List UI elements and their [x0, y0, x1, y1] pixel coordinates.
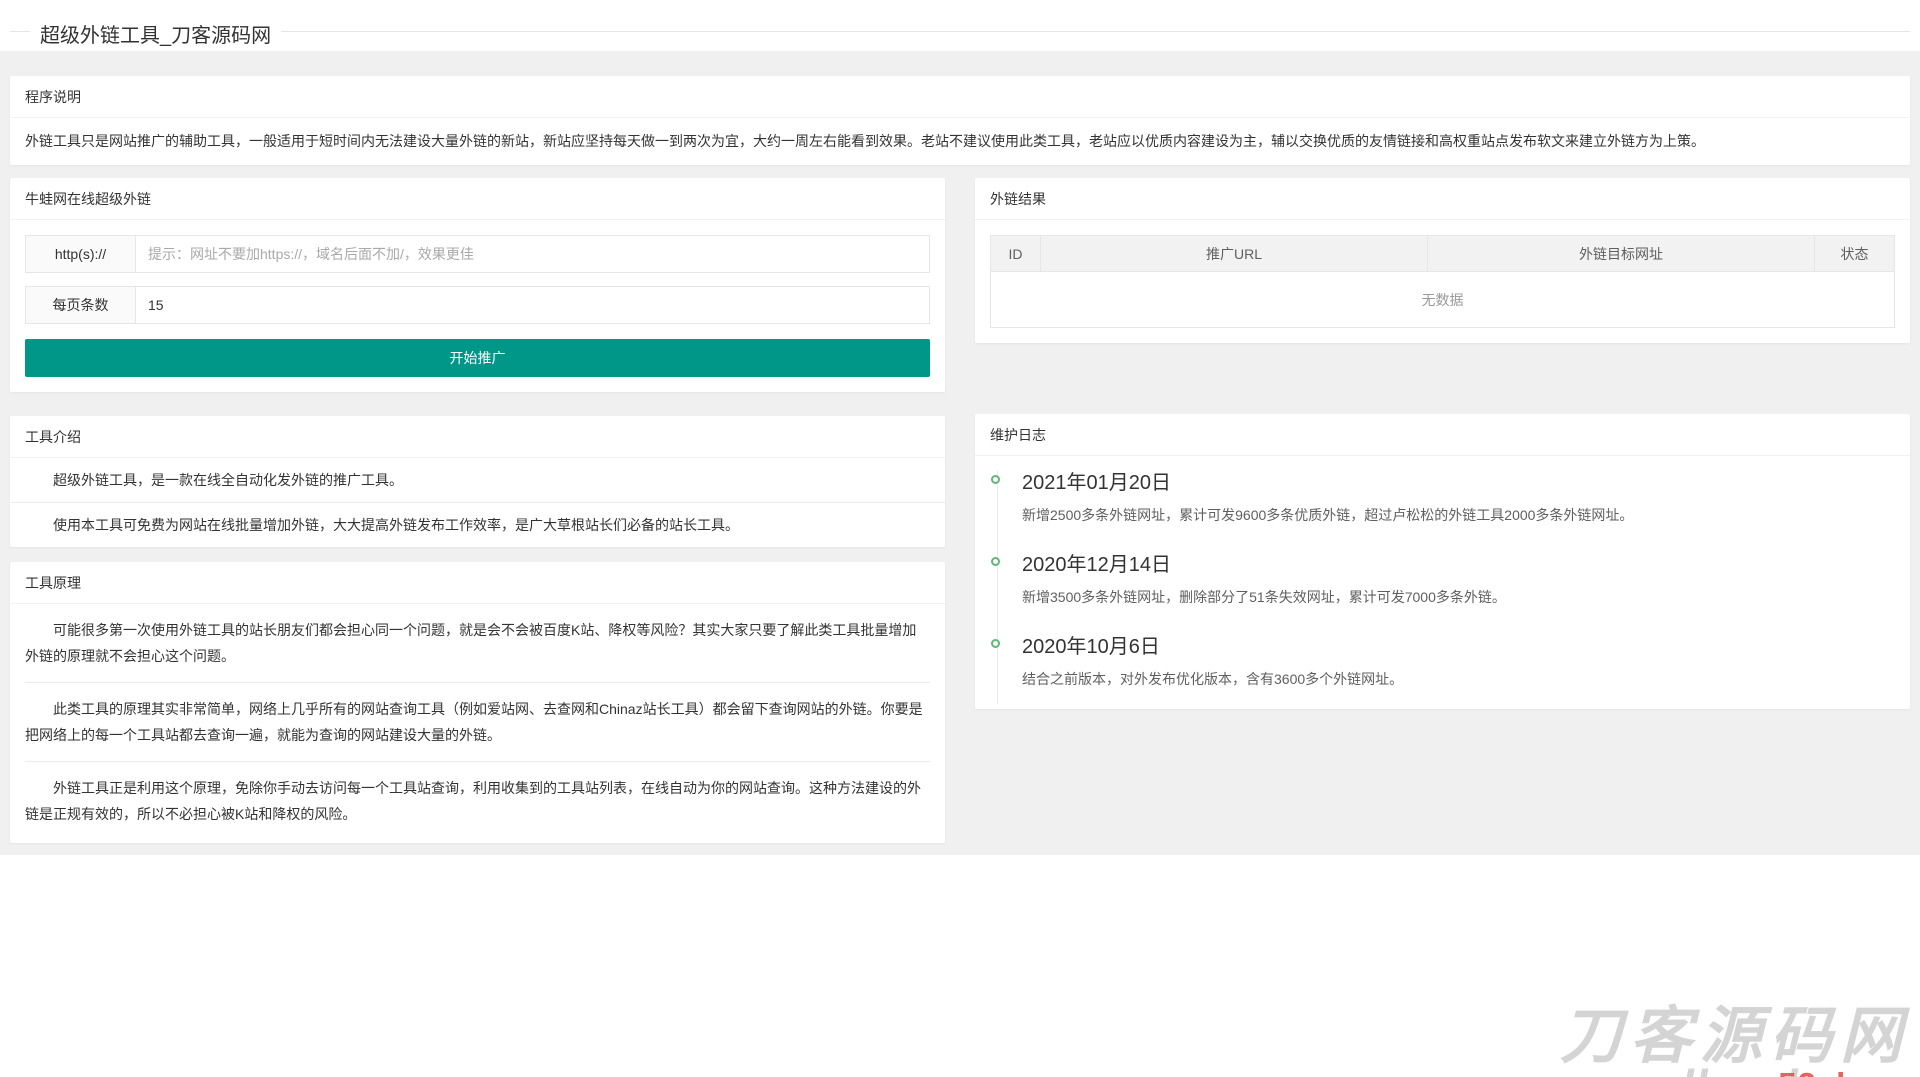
tool-intro-list: 超级外链工具，是一款在线全自动化发外链的推广工具。 使用本工具可免费为网站在线批…: [10, 458, 945, 547]
page-title-rule: 超级外链工具_刀客源码网: [10, 31, 1910, 51]
link-results-body: ID 推广URL 外链目标网址 状态 无数据: [975, 220, 1910, 343]
right-column: 外链结果 ID 推广URL 外链目标网址 状态: [975, 178, 1910, 709]
column-header-promo-url: 推广URL: [1041, 236, 1428, 272]
content-wrapper: 程序说明 外链工具只是网站推广的辅助工具，一般适用于短时间内无法建设大量外链的新…: [0, 51, 1920, 855]
table-header-row: ID 推广URL 外链目标网址 状态: [991, 236, 1895, 272]
per-page-input-group: 每页条数: [25, 286, 930, 324]
two-column-layout: 牛蛙网在线超级外链 http(s):// 每页条数 开始推广: [10, 178, 1910, 843]
page-title: 超级外链工具_刀客源码网: [30, 19, 281, 48]
timeline-date: 2020年12月14日: [1022, 553, 1895, 577]
timeline-date: 2020年10月6日: [1022, 635, 1895, 659]
target-url-input[interactable]: [136, 236, 929, 272]
principle-paragraph: 外链工具正是利用这个原理，免除你手动去访问每一个工具站查询，利用收集到的工具站列…: [25, 761, 930, 843]
timeline-entry: 2020年10月6日 结合之前版本，对外发布优化版本，含有3600多个外链网址。: [997, 635, 1895, 704]
maintenance-log-timeline: 2021年01月20日 新增2500多条外链网址，累计可发9600多条优质外链，…: [975, 456, 1910, 709]
program-description-card: 程序说明 外链工具只是网站推广的辅助工具，一般适用于短时间内无法建设大量外链的新…: [10, 76, 1910, 165]
maintenance-log-card: 维护日志 2021年01月20日 新增2500多条外链网址，累计可发9600多条…: [975, 414, 1910, 709]
start-promotion-button[interactable]: 开始推广: [25, 339, 930, 377]
maintenance-log-title: 维护日志: [975, 414, 1910, 456]
link-results-title: 外链结果: [975, 178, 1910, 220]
table-empty-row: 无数据: [991, 272, 1895, 328]
link-results-table: ID 推广URL 外链目标网址 状态 无数据: [990, 235, 1895, 328]
timeline-entry: 2020年12月14日 新增3500多条外链网址，删除部分了51条失效网址，累计…: [997, 553, 1895, 635]
empty-data-text: 无数据: [991, 272, 1895, 328]
timeline-content: 新增3500多条外链网址，删除部分了51条失效网址，累计可发7000多条外链。: [1022, 587, 1895, 608]
tool-intro-title: 工具介绍: [10, 416, 945, 458]
tool-principle-body: 可能很多第一次使用外链工具的站长朋友们都会担心同一个问题，就是会不会被百度K站、…: [10, 604, 945, 843]
link-results-card: 外链结果 ID 推广URL 外链目标网址 状态: [975, 178, 1910, 343]
tool-intro-item: 使用本工具可免费为网站在线批量增加外链，大大提高外链发布工作效率，是广大草根站长…: [10, 502, 945, 547]
column-header-target-url: 外链目标网址: [1428, 236, 1815, 272]
tool-intro-item: 超级外链工具，是一款在线全自动化发外链的推广工具。: [10, 458, 945, 502]
timeline-content: 新增2500多条外链网址，累计可发9600多条优质外链，超过卢松松的外链工具20…: [1022, 505, 1895, 526]
page: 超级外链工具_刀客源码网 程序说明 外链工具只是网站推广的辅助工具，一般适用于短…: [0, 31, 1920, 1077]
timeline-date: 2021年01月20日: [1022, 471, 1895, 495]
watermark-brand-text: 刀客源码网: [1543, 1007, 1910, 1067]
superlink-form-body: http(s):// 每页条数 开始推广: [10, 220, 945, 392]
timeline-dot-icon: [991, 639, 1000, 648]
watermark-overlay-url-text: www.52xb.cn: [1689, 1066, 1908, 1077]
timeline-content: 结合之前版本，对外发布优化版本，含有3600多个外链网址。: [1022, 669, 1895, 690]
watermark-url-wrap: www.dkewl.com www.52xb.cn: [1543, 1067, 1910, 1077]
tool-principle-card: 工具原理 可能很多第一次使用外链工具的站长朋友们都会担心同一个问题，就是会不会被…: [10, 562, 945, 843]
column-header-id: ID: [991, 236, 1041, 272]
timeline-dot-icon: [991, 475, 1000, 484]
program-description-text: 外链工具只是网站推广的辅助工具，一般适用于短时间内无法建设大量外链的新站，新站应…: [10, 118, 1910, 165]
superlink-form-title: 牛蛙网在线超级外链: [10, 178, 945, 220]
superlink-form-card: 牛蛙网在线超级外链 http(s):// 每页条数 开始推广: [10, 178, 945, 392]
left-column: 牛蛙网在线超级外链 http(s):// 每页条数 开始推广: [10, 178, 945, 843]
principle-paragraph: 可能很多第一次使用外链工具的站长朋友们都会担心同一个问题，就是会不会被百度K站、…: [25, 604, 930, 682]
watermark: 刀客源码网 www.dkewl.com www.52xb.cn: [1543, 1007, 1910, 1077]
tool-principle-title: 工具原理: [10, 562, 945, 604]
column-header-status: 状态: [1815, 236, 1895, 272]
timeline-entry: 2021年01月20日 新增2500多条外链网址，累计可发9600多条优质外链，…: [997, 471, 1895, 553]
url-input-group: http(s)://: [25, 235, 930, 273]
timeline-dot-icon: [991, 557, 1000, 566]
program-description-title: 程序说明: [10, 76, 1910, 118]
url-protocol-addon: http(s)://: [26, 236, 136, 272]
per-page-input[interactable]: [136, 287, 929, 323]
tool-intro-card: 工具介绍 超级外链工具，是一款在线全自动化发外链的推广工具。 使用本工具可免费为…: [10, 416, 945, 547]
principle-paragraph: 此类工具的原理其实非常简单，网络上几乎所有的网站查询工具（例如爱站网、去查网和C…: [25, 682, 930, 761]
per-page-label: 每页条数: [26, 287, 136, 323]
